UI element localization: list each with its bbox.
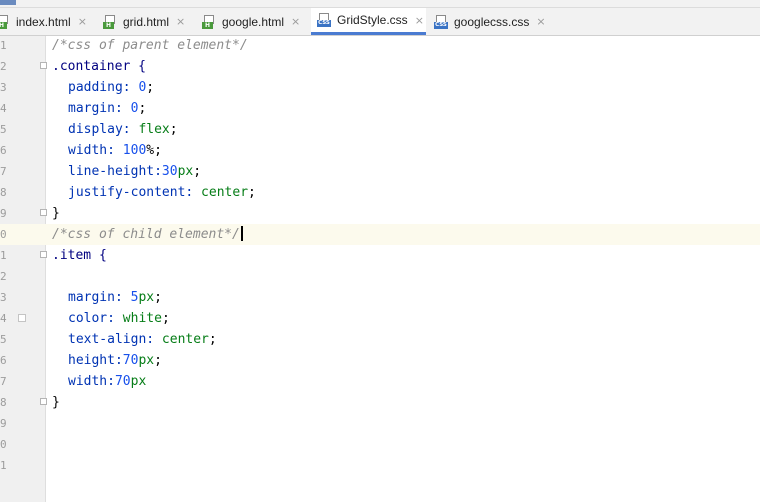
code-text: /*css of parent element*/	[52, 38, 248, 53]
close-icon[interactable]: ×	[78, 15, 87, 28]
tab-index-html[interactable]: H index.html ×	[0, 8, 87, 35]
line-number: 0	[0, 438, 7, 451]
code-line: 1 .item {	[0, 245, 760, 266]
close-icon[interactable]: ×	[536, 15, 545, 28]
line-number: 6	[0, 144, 7, 157]
code-line: 5 text-align: center;	[0, 329, 760, 350]
code-line: 1 /*css of parent element*/	[0, 35, 760, 56]
window-top-fragment	[0, 0, 16, 5]
code-text: width: 100%;	[68, 143, 162, 158]
code-text: line-height:30px;	[68, 164, 202, 179]
code-line: 6 width: 100%;	[0, 140, 760, 161]
code-text: margin: 5px;	[68, 290, 162, 305]
line-number: 9	[0, 207, 7, 220]
css-file-icon: CSS	[434, 14, 448, 29]
line-number: 2	[0, 270, 7, 283]
tab-grid-html[interactable]: H grid.html ×	[103, 8, 185, 35]
close-icon[interactable]: ×	[415, 14, 424, 27]
line-number: 9	[0, 417, 7, 430]
line-number: 2	[0, 60, 7, 73]
code-line: 3 margin: 5px;	[0, 287, 760, 308]
tab-label: googlecss.css	[454, 14, 530, 29]
code-line: 8 justify-content: center;	[0, 182, 760, 203]
code-text: height:70px;	[68, 353, 162, 368]
code-line: 2	[0, 266, 760, 287]
line-number: 0	[0, 228, 7, 241]
code-line: 9	[0, 413, 760, 434]
line-number: 4	[0, 312, 7, 325]
code-line: 7 width:70px	[0, 371, 760, 392]
tab-googlecss-css[interactable]: CSS googlecss.css ×	[434, 8, 546, 35]
line-number: 1	[0, 249, 7, 262]
code-line: 2 .container {	[0, 56, 760, 77]
tab-google-html[interactable]: H google.html ×	[202, 8, 300, 35]
code-text: /*css of child element*/	[52, 224, 243, 245]
code-text: color: white;	[68, 311, 170, 326]
fold-toggle-icon[interactable]	[40, 209, 47, 216]
line-number: 4	[0, 102, 7, 115]
window-top-strip	[0, 0, 760, 8]
code-text: display: flex;	[68, 122, 178, 137]
fold-toggle-icon[interactable]	[40, 251, 47, 258]
html-file-icon: H	[0, 14, 10, 29]
code-text: margin: 0;	[68, 101, 147, 116]
css-file-icon: CSS	[317, 13, 331, 27]
code-text: }	[52, 395, 60, 410]
code-text: .item {	[52, 248, 107, 263]
close-icon[interactable]: ×	[291, 15, 300, 28]
code-line: 8 }	[0, 392, 760, 413]
color-preview-swatch[interactable]	[18, 314, 26, 322]
code-text: }	[52, 206, 60, 221]
code-text: padding: 0;	[68, 80, 155, 95]
code-line: 6 height:70px;	[0, 350, 760, 371]
code-line-current: 0 /*css of child element*/	[0, 224, 760, 245]
line-number: 7	[0, 165, 7, 178]
code-line: 7 line-height:30px;	[0, 161, 760, 182]
code-text: text-align: center;	[68, 332, 217, 347]
code-text: .container {	[52, 59, 146, 74]
line-number: 3	[0, 291, 7, 304]
line-number: 6	[0, 354, 7, 367]
code-line: 5 display: flex;	[0, 119, 760, 140]
tab-label: index.html	[16, 14, 71, 29]
line-number: 3	[0, 81, 7, 94]
line-number: 1	[0, 39, 7, 52]
editor-tab-bar: H index.html × H grid.html × H google.ht…	[0, 8, 760, 36]
tab-label: grid.html	[123, 14, 170, 29]
code-text: justify-content: center;	[68, 185, 256, 200]
line-number: 1	[0, 459, 7, 472]
line-number: 8	[0, 186, 7, 199]
code-text: width:70px	[68, 374, 147, 389]
code-line: 0	[0, 434, 760, 455]
code-line: 3 padding: 0;	[0, 77, 760, 98]
fold-toggle-icon[interactable]	[40, 398, 47, 405]
tab-gridstyle-css[interactable]: CSS GridStyle.css ×	[311, 8, 426, 35]
line-number: 8	[0, 396, 7, 409]
code-line: 4 color: white;	[0, 308, 760, 329]
line-number: 5	[0, 123, 7, 136]
code-line: 1	[0, 455, 760, 476]
html-file-icon: H	[202, 14, 216, 29]
line-number: 5	[0, 333, 7, 346]
code-line: 4 margin: 0;	[0, 98, 760, 119]
fold-toggle-icon[interactable]	[40, 62, 47, 69]
code-line: 9 }	[0, 203, 760, 224]
tab-label: google.html	[222, 14, 285, 29]
text-caret	[240, 226, 243, 241]
close-icon[interactable]: ×	[176, 15, 185, 28]
tab-label: GridStyle.css	[337, 13, 408, 27]
line-number: 7	[0, 375, 7, 388]
html-file-icon: H	[103, 14, 117, 29]
